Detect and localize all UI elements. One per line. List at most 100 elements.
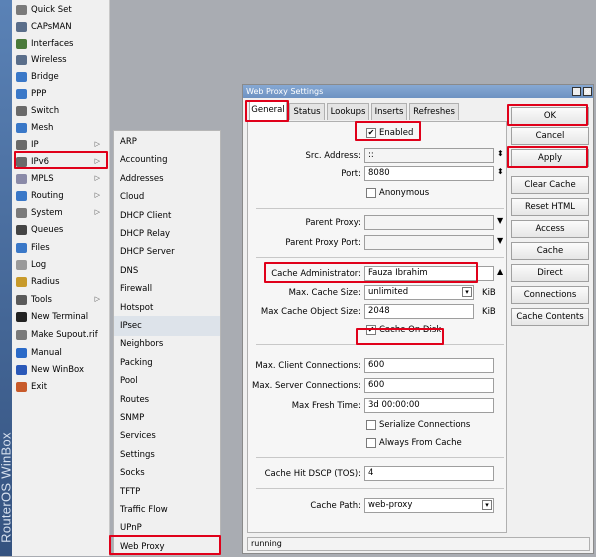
access-button[interactable]: Access: [511, 220, 589, 238]
clear-cache-button[interactable]: Clear Cache: [511, 176, 589, 194]
max-cache-object-field[interactable]: 2048: [364, 304, 474, 319]
max-cache-object-unit: KiB: [482, 307, 496, 317]
parent-proxy-label: Parent Proxy:: [305, 218, 361, 228]
updown-icon[interactable]: ⬍: [497, 167, 504, 176]
submenu-item-snmp[interactable]: SNMP: [114, 408, 220, 428]
menu-item-quick-set[interactable]: Quick Set: [12, 2, 110, 18]
cache-hit-dscp-label: Cache Hit DSCP (TOS):: [264, 469, 361, 479]
menu-item-capsman[interactable]: CAPsMAN: [12, 19, 110, 35]
window-title-bar[interactable]: Web Proxy Settings ×: [243, 85, 593, 98]
bridge-icon: [16, 72, 27, 82]
submenu-item-neighbors[interactable]: Neighbors: [114, 334, 220, 354]
menu-item-radius[interactable]: Radius: [12, 274, 110, 290]
submenu-item-cloud[interactable]: Cloud: [114, 187, 220, 207]
reset-html-button[interactable]: Reset HTML: [511, 198, 589, 216]
menu-item-label: Manual: [31, 348, 62, 358]
highlight-general-tab: [245, 100, 289, 122]
max-fresh-time-field[interactable]: 3d 00:00:00: [364, 398, 494, 413]
terminal-icon: [16, 312, 27, 322]
files-icon: [16, 243, 27, 253]
dropdown-arrow-icon[interactable]: ▾: [482, 500, 492, 510]
general-panel: ✔ Enabled Src. Address: :: ⬍ Port: 8080 …: [247, 121, 507, 533]
menu-item-manual[interactable]: Manual: [12, 345, 110, 361]
winbox-side-strip: RouterOS WinBox: [0, 0, 14, 556]
menu-item-mesh[interactable]: Mesh: [12, 120, 110, 136]
submenu-item-pool[interactable]: Pool: [114, 371, 220, 391]
menu-item-ppp[interactable]: PPP: [12, 86, 110, 102]
menu-item-exit[interactable]: Exit: [12, 379, 110, 395]
highlight-enabled: [355, 121, 421, 141]
cache-contents-button[interactable]: Cache Contents: [511, 308, 589, 326]
submenu-item-dhcp-server[interactable]: DHCP Server: [114, 242, 220, 262]
wireless-icon: [16, 55, 27, 65]
connections-button[interactable]: Connections: [511, 286, 589, 304]
port-field[interactable]: 8080: [364, 166, 494, 181]
cancel-button[interactable]: Cancel: [511, 127, 589, 145]
max-fresh-time-label: Max Fresh Time:: [291, 401, 361, 411]
dropdown-icon[interactable]: ▼: [497, 216, 503, 225]
menu-item-label: Make Supout.rif: [31, 330, 98, 340]
parent-proxy-port-label: Parent Proxy Port:: [285, 238, 361, 248]
dropdown-icon[interactable]: ▼: [497, 236, 503, 245]
submenu-item-dns[interactable]: DNS: [114, 261, 220, 281]
capsman-icon: [16, 22, 27, 32]
updown-icon[interactable]: ⬍: [497, 149, 504, 158]
max-server-conn-field[interactable]: 600: [364, 378, 494, 393]
menu-item-label: Quick Set: [31, 5, 72, 15]
max-cache-size-field[interactable]: unlimited: [364, 285, 474, 300]
submenu-item-arp[interactable]: ARP: [114, 132, 220, 152]
menu-item-system[interactable]: System ▷: [12, 205, 110, 221]
menu-item-wireless[interactable]: Wireless: [12, 52, 110, 68]
submenu-item-routes[interactable]: Routes: [114, 390, 220, 410]
serialize-connections-checkbox[interactable]: [366, 420, 376, 430]
menu-item-new-terminal[interactable]: New Terminal: [12, 309, 110, 325]
submenu-item-ipsec[interactable]: IPsec: [114, 316, 220, 336]
close-button[interactable]: ×: [583, 87, 592, 96]
parent-proxy-port-field[interactable]: [364, 235, 494, 250]
tab-lookups[interactable]: Lookups: [327, 103, 369, 120]
menu-item-bridge[interactable]: Bridge: [12, 69, 110, 85]
mesh-icon: [16, 123, 27, 133]
submenu-item-traffic-flow[interactable]: Traffic Flow: [114, 500, 220, 520]
parent-proxy-field[interactable]: [364, 215, 494, 230]
menu-item-routing[interactable]: Routing ▷: [12, 188, 110, 204]
menu-item-label: PPP: [31, 89, 47, 99]
anonymous-checkbox[interactable]: [366, 188, 376, 198]
menu-item-interfaces[interactable]: Interfaces: [12, 36, 110, 52]
menu-item-mpls[interactable]: MPLS ▷: [12, 171, 110, 187]
direct-button[interactable]: Direct: [511, 264, 589, 282]
tab-status[interactable]: Status: [289, 103, 325, 120]
menu-item-switch[interactable]: Switch: [12, 103, 110, 119]
ppp-icon: [16, 89, 27, 99]
menu-item-queues[interactable]: Queues: [12, 222, 110, 238]
always-from-cache-checkbox[interactable]: [366, 438, 376, 448]
cache-path-field[interactable]: web-proxy: [364, 498, 494, 513]
submenu-item-hotspot[interactable]: Hotspot: [114, 298, 220, 318]
src-address-field[interactable]: ::: [364, 148, 494, 163]
mpls-icon: [16, 174, 27, 184]
submenu-item-dhcp-relay[interactable]: DHCP Relay: [114, 224, 220, 244]
max-client-conn-field[interactable]: 600: [364, 358, 494, 373]
menu-item-log[interactable]: Log: [12, 257, 110, 273]
submenu-item-services[interactable]: Services: [114, 426, 220, 446]
dropdown-arrow-icon[interactable]: ▾: [462, 287, 472, 297]
menu-item-new-winbox[interactable]: New WinBox: [12, 362, 110, 378]
submenu-item-accounting[interactable]: Accounting: [114, 150, 220, 170]
tab-refreshes[interactable]: Refreshes: [409, 103, 459, 120]
submenu-item-packing[interactable]: Packing: [114, 353, 220, 373]
submenu-item-firewall[interactable]: Firewall: [114, 279, 220, 299]
submenu-item-socks[interactable]: Socks: [114, 463, 220, 483]
submenu-item-addresses[interactable]: Addresses: [114, 169, 220, 189]
submenu-item-dhcp-client[interactable]: DHCP Client: [114, 206, 220, 226]
menu-item-make-supout-rif[interactable]: Make Supout.rif: [12, 327, 110, 343]
submenu-item-settings[interactable]: Settings: [114, 445, 220, 465]
maximize-button[interactable]: [572, 87, 581, 96]
collapse-icon[interactable]: ▲: [497, 267, 503, 276]
menu-item-tools[interactable]: Tools ▷: [12, 292, 110, 308]
cache-button[interactable]: Cache: [511, 242, 589, 260]
ip-submenu: ARP Accounting Addresses Cloud DHCP Client DH…: [113, 130, 221, 556]
menu-item-files[interactable]: Files: [12, 240, 110, 256]
submenu-item-tftp[interactable]: TFTP: [114, 482, 220, 502]
tab-inserts[interactable]: Inserts: [371, 103, 407, 120]
cache-hit-dscp-field[interactable]: 4: [364, 466, 494, 481]
